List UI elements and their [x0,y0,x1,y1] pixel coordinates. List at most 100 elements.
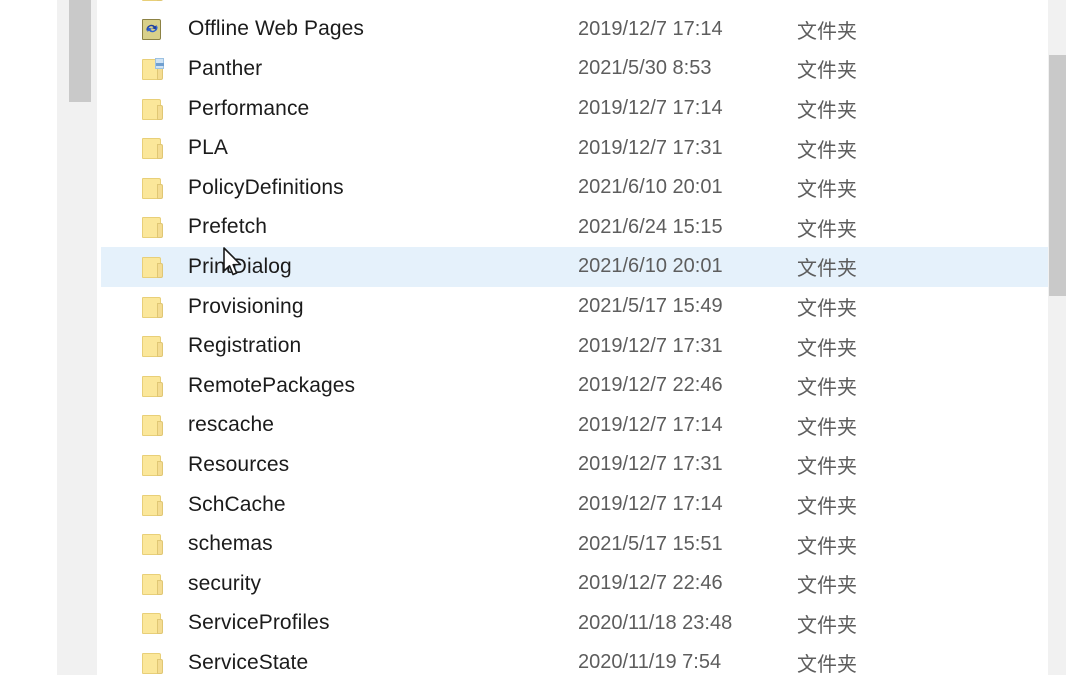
row-date-modified: 2019/12/7 17:31 [578,453,723,476]
file-list-row[interactable]: RemotePackages 2019/12/7 22:46 文件夹 [101,366,1048,406]
row-date-modified: 2019/12/7 17:31 [578,334,723,357]
row-type: 文件夹 [797,20,857,43]
file-list-scrollbar-thumb[interactable] [1049,55,1066,296]
row-name: rescache [188,413,275,437]
row-icon [142,216,178,239]
row-type: 文件夹 [797,60,857,83]
row-type: 文件夹 [797,535,857,558]
file-list-row[interactable]: PLA 2019/12/7 17:31 文件夹 [101,128,1048,168]
row-date-modified: 2019/12/7 17:14 [578,97,723,120]
file-list-row[interactable]: Offline Web Pages 2019/12/7 17:14 文件夹 [101,10,1048,50]
row-name: schemas [188,532,273,556]
row-type: 文件夹 [797,179,857,202]
folder-icon [142,216,163,239]
row-name: Prefetch [188,215,268,239]
row-name: Offline Web Pages [188,17,365,41]
row-icon [142,414,178,437]
row-icon [142,256,178,278]
file-list-row[interactable]: Provisioning 2021/5/17 15:49 文件夹 [101,287,1048,327]
row-icon [142,137,178,160]
file-list-row[interactable]: rescache 2019/12/7 17:14 文件夹 [101,406,1048,446]
row-type: 文件夹 [797,614,857,637]
row-type: 文件夹 [797,258,857,281]
file-list-row[interactable]: security 2019/12/7 22:46 文件夹 [101,564,1048,604]
row-name: Provisioning [188,294,304,318]
row-icon [142,454,178,476]
file-list-row[interactable]: ServiceProfiles 2020/11/18 23:48 文件夹 [101,604,1048,644]
row-icon [142,98,178,120]
row-type: 文件夹 [797,654,857,675]
row-date-modified: 2019/12/7 17:14 [578,493,723,516]
folder-icon [142,612,163,635]
folder-icon [142,652,163,674]
row-date-modified: 2021/5/17 15:49 [578,295,723,318]
screen: Offline Web Pages 2019/12/7 17:14 文件夹 Panth… [0,0,1080,675]
row-type: 文件夹 [797,377,857,400]
row-date-modified: 2020/11/19 7:54 [578,651,722,674]
row-name: PrintDialog [188,254,292,278]
file-list-row[interactable]: ServiceState 2020/11/19 7:54 文件夹 [101,643,1048,675]
row-date-modified: 2019/12/7 17:14 [578,17,723,40]
row-type: 文件夹 [797,100,857,123]
row-name: ServiceState [188,650,309,674]
row-type: 文件夹 [797,218,857,241]
file-list-row[interactable]: schemas 2021/5/17 15:51 文件夹 [101,524,1048,564]
row-icon [142,612,178,635]
nav-pane-scrollbar-thumb[interactable] [69,0,91,102]
row-type: 文件夹 [797,139,857,162]
folder-icon [142,177,163,199]
file-list-row[interactable]: Resources 2019/12/7 17:31 文件夹 [101,445,1048,485]
folder-icon [142,375,163,397]
row-icon [142,177,178,199]
folder-icon [142,256,163,278]
row-icon [142,296,178,318]
left-gutter [0,0,57,675]
row-name: Resources [188,452,290,476]
row-type: 文件夹 [797,496,857,519]
folder-icon [142,494,163,516]
row-icon [142,0,178,1]
folder-icon [142,533,163,556]
row-date-modified: 2019/12/7 22:46 [578,572,723,595]
row-name: RemotePackages [188,373,356,397]
file-list-row[interactable]: PrintDialog 2021/6/10 20:01 文件夹 [101,247,1048,287]
row-type: 文件夹 [797,416,857,439]
folder-overlay-icon [142,57,164,80]
file-list-row[interactable]: PolicyDefinitions 2021/6/10 20:01 文件夹 [101,168,1048,208]
folder-icon [142,335,163,358]
folder-icon [142,137,163,160]
row-icon [142,494,178,516]
file-list[interactable]: Offline Web Pages 2019/12/7 17:14 文件夹 Panth… [101,0,1048,675]
row-name: ServiceProfiles [188,611,330,635]
row-date-modified: 2021/6/10 20:01 [578,255,723,278]
row-name: SchCache [188,492,286,516]
row-icon [142,573,178,595]
row-icon [142,533,178,556]
row-date-modified: 2021/6/10 20:01 [578,176,723,199]
folder-icon [142,414,163,437]
row-name: PLA [188,136,228,160]
right-gutter [1066,0,1080,675]
file-list-row[interactable]: Prefetch 2021/6/24 15:15 文件夹 [101,208,1048,248]
row-name: Performance [188,96,310,120]
nav-pane-scrollbar[interactable] [57,0,101,675]
row-date-modified: 2019/12/7 17:14 [578,413,723,436]
folder-icon [142,454,163,476]
row-date-modified: 2019/12/7 17:31 [578,136,723,159]
folder-sync-icon [142,18,163,41]
file-list-row[interactable]: Panther 2021/5/30 8:53 文件夹 [101,49,1048,89]
row-date-modified: 2021/6/24 15:15 [578,215,723,238]
row-date-modified: 2020/11/18 23:48 [578,611,733,634]
row-icon [142,375,178,397]
row-icon [142,652,178,674]
file-list-row[interactable] [101,0,1048,10]
row-icon [142,57,178,80]
row-date-modified: 2021/5/17 15:51 [578,532,723,555]
file-list-scrollbar[interactable] [1048,0,1066,675]
file-list-row[interactable]: SchCache 2019/12/7 17:14 文件夹 [101,485,1048,525]
file-list-row[interactable]: Performance 2019/12/7 17:14 文件夹 [101,89,1048,129]
row-name: Registration [188,334,302,358]
file-list-rows: Offline Web Pages 2019/12/7 17:14 文件夹 Panth… [101,0,1048,675]
file-list-row[interactable]: Registration 2019/12/7 17:31 文件夹 [101,326,1048,366]
row-type: 文件夹 [797,456,857,479]
